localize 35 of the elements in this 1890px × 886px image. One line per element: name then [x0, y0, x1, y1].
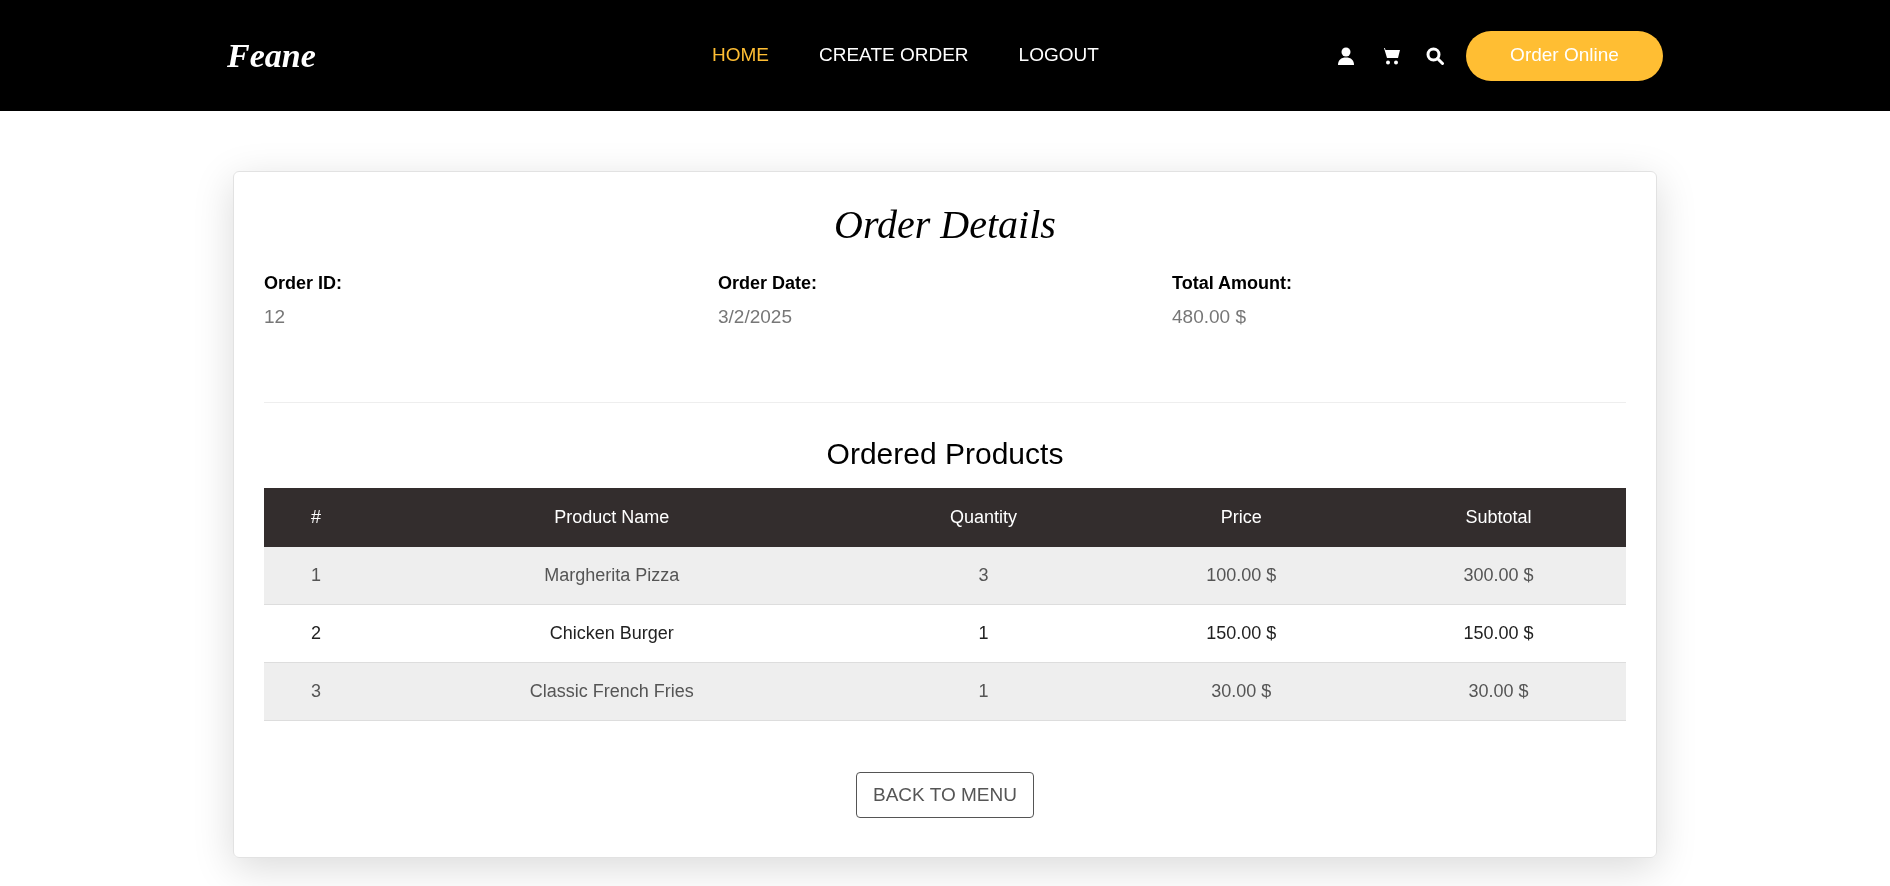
user-icon[interactable] — [1338, 46, 1354, 65]
nav-link[interactable]: CREATE ORDER — [819, 41, 969, 70]
table-cell: 3 — [264, 662, 368, 721]
table-cell: Margherita Pizza — [367, 546, 856, 605]
field-value: 12 — [264, 305, 287, 329]
field-label: Order ID: — [264, 272, 343, 295]
column-header: Product Name — [367, 487, 856, 547]
table-cell: 1 — [264, 546, 368, 605]
back-to-menu-button[interactable]: BACK TO MENU — [856, 772, 1034, 818]
field-value: 3/2/2025 — [718, 305, 793, 329]
field-label: Order Date: — [718, 272, 819, 295]
field-value: 480.00 $ — [1172, 305, 1247, 329]
nav-link[interactable]: LOGOUT — [1018, 41, 1099, 70]
table-cell: 150.00 $ — [1111, 604, 1372, 663]
column-header: # — [264, 487, 368, 547]
table-cell: Chicken Burger — [367, 604, 856, 663]
column-header: Subtotal — [1371, 487, 1626, 547]
table-cell: 30.00 $ — [1371, 662, 1626, 721]
table-cell: 1 — [855, 662, 1112, 721]
table-cell: Classic French Fries — [367, 662, 856, 721]
column-header: Quantity — [855, 487, 1112, 547]
card-title: Order Details — [833, 201, 1057, 249]
logo[interactable]: Feane — [227, 37, 316, 74]
table-cell: 100.00 $ — [1111, 546, 1372, 605]
table-cell: 150.00 $ — [1371, 604, 1626, 663]
table-cell: 3 — [855, 546, 1112, 605]
section-title: Ordered Products — [825, 435, 1065, 472]
table-cell: 1 — [855, 604, 1112, 663]
search-icon[interactable] — [1426, 46, 1444, 65]
nav-link[interactable]: HOME — [712, 41, 769, 70]
table-cell: 30.00 $ — [1111, 662, 1372, 721]
column-header: Price — [1111, 487, 1372, 547]
table-cell: 300.00 $ — [1371, 546, 1626, 605]
table-cell: 2 — [264, 604, 368, 663]
field-label: Total Amount: — [1172, 272, 1293, 295]
